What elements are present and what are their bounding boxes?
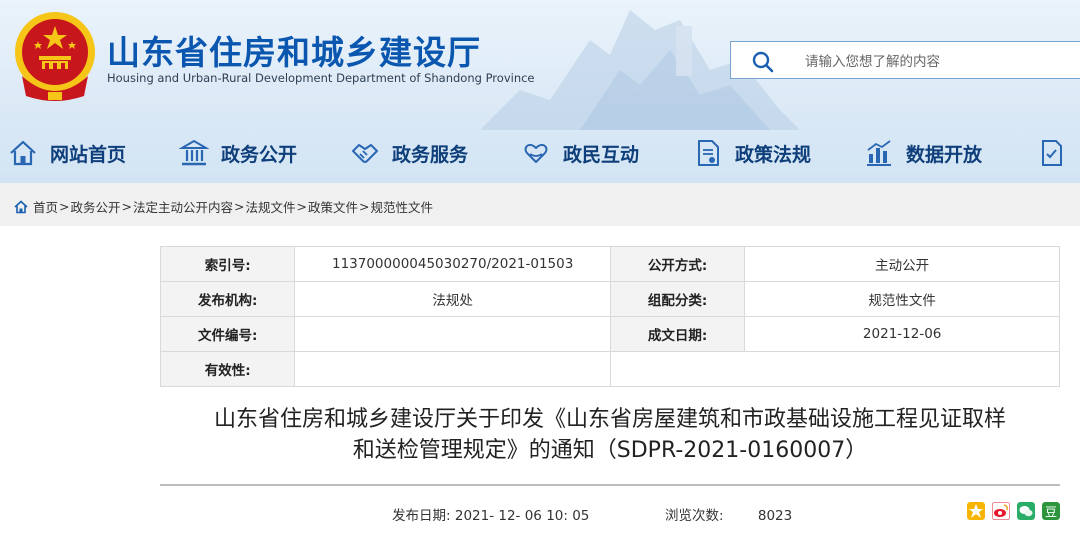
validity-label: 有效性:	[159, 351, 296, 387]
breadcrumb-link-government-affairs[interactable]: 政务公开	[71, 197, 121, 216]
document-title-line-2: 和送检管理规定》的通知（SDPR-2021-0160007）	[352, 438, 868, 463]
nav-label: 网站首页	[50, 143, 127, 166]
nav-label: 政务公开	[221, 143, 298, 166]
breadcrumb-bar: 首页 > 政务公开 > 法定主动公开内容 > 法规文件 > 政策文件 > 规范性文件	[0, 183, 1080, 226]
view-count-label: 浏览次数:	[665, 508, 724, 524]
category-value: 规范性文件	[744, 281, 1060, 317]
nav-item-public-interaction[interactable]: 政民互动	[521, 130, 639, 176]
index-number-label: 索引号:	[159, 246, 296, 282]
nav-label: 政民互动	[563, 143, 640, 166]
handshake-icon	[352, 144, 378, 163]
empty-cell	[609, 351, 1061, 387]
bar-chart-icon	[867, 140, 891, 166]
document-stamp-icon	[698, 140, 719, 166]
issuing-agency-label: 发布机构:	[159, 281, 296, 317]
publish-date-value: 2021- 12- 06 10: 05	[454, 508, 590, 524]
nav-item-government-services[interactable]: 政务服务	[350, 130, 468, 176]
validity-value	[294, 351, 611, 387]
disclosure-method-label: 公开方式:	[609, 246, 746, 282]
nav-item-home[interactable]: 网站首页	[8, 130, 126, 176]
government-building-icon	[179, 139, 209, 166]
breadcrumb-link-policy-documents[interactable]: 政策文件	[308, 197, 358, 216]
nav-label: 政务服务	[392, 143, 469, 166]
publish-info: 发布日期: 2021- 12- 06 10: 05	[392, 504, 589, 524]
home-icon	[14, 199, 28, 213]
publish-date-label: 发布日期:	[392, 508, 451, 524]
national-emblem-icon	[15, 12, 95, 101]
table-row: 发布机构: 法规处 组配分类: 规范性文件	[159, 281, 1060, 317]
title-divider	[160, 484, 1060, 486]
wechat-icon[interactable]	[1017, 502, 1035, 520]
breadcrumb-link-regulations[interactable]: 法规文件	[246, 197, 296, 216]
document-check-icon	[1042, 140, 1062, 166]
view-count-info: 浏览次数: 8023	[665, 504, 792, 524]
search-box[interactable]	[730, 41, 1080, 79]
breadcrumb: 首页 > 政务公开 > 法定主动公开内容 > 法规文件 > 政策文件 > 规范性文件	[14, 197, 433, 216]
search-input[interactable]	[803, 50, 1067, 74]
nav-item-more[interactable]	[1036, 130, 1066, 176]
nav-item-open-data[interactable]: 数据开放	[864, 130, 982, 176]
share-bar: 豆	[967, 502, 1067, 520]
douban-icon[interactable]: 豆	[1042, 502, 1060, 520]
nav-label: 数据开放	[906, 143, 983, 166]
breadcrumb-link-home[interactable]: 首页	[33, 197, 58, 216]
creation-date-value: 2021-12-06	[744, 316, 1060, 352]
document-metadata-table: 索引号: 113700000045030270/2021-01503 公开方式:…	[159, 246, 1061, 387]
table-row: 索引号: 113700000045030270/2021-01503 公开方式:…	[159, 246, 1060, 282]
main-nav: 网站首页 政务公开 政务服务 政民互动 政策法规 数据开放	[0, 130, 1080, 176]
view-count-value: 8023	[757, 508, 793, 524]
breadcrumb-link-normative-documents[interactable]: 规范性文件	[371, 197, 434, 216]
nav-item-policies[interactable]: 政策法规	[693, 130, 811, 176]
qzone-icon[interactable]	[967, 502, 985, 520]
home-icon	[10, 140, 36, 166]
category-label: 组配分类:	[609, 281, 746, 317]
creation-date-label: 成文日期:	[609, 316, 746, 352]
site-subtitle: Housing and Urban-Rural Development Depa…	[107, 71, 535, 85]
document-title-line-1: 山东省住房和城乡建设厅关于印发《山东省房屋建筑和市政基础设施工程见证取样	[213, 407, 1006, 432]
nav-label: 政策法规	[735, 143, 812, 166]
document-number-label: 文件编号:	[159, 316, 296, 352]
disclosure-method-value: 主动公开	[744, 246, 1060, 282]
table-row: 文件编号: 成文日期: 2021-12-06	[159, 316, 1060, 352]
document-number-value	[294, 316, 611, 352]
breadcrumb-link-statutory-disclosure[interactable]: 法定主动公开内容	[133, 197, 233, 216]
table-row: 有效性:	[159, 351, 1061, 387]
document-title: 山东省住房和城乡建设厅关于印发《山东省房屋建筑和市政基础设施工程见证取样 和送检…	[160, 404, 1060, 466]
nav-item-government-affairs[interactable]: 政务公开	[179, 130, 297, 176]
search-icon[interactable]	[751, 50, 775, 74]
site-title: 山东省住房和城乡建设厅	[107, 33, 481, 72]
svg-text:豆: 豆	[1045, 505, 1057, 519]
heart-hands-icon	[524, 143, 548, 163]
site-header: 山东省住房和城乡建设厅 Housing and Urban-Rural Deve…	[0, 0, 1080, 183]
weibo-icon[interactable]	[992, 502, 1010, 520]
index-number-value: 113700000045030270/2021-01503	[294, 246, 611, 282]
issuing-agency-value: 法规处	[294, 281, 611, 317]
